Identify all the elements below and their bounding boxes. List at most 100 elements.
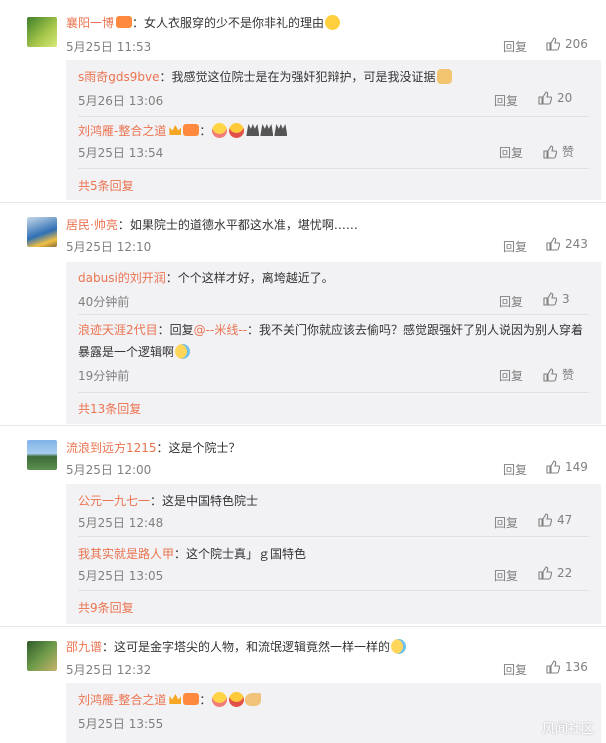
reply-button[interactable]: 回复 bbox=[494, 567, 518, 584]
more-replies-link[interactable]: 共5条回复 bbox=[78, 177, 134, 194]
divider bbox=[78, 168, 589, 169]
sub-reply-time: 5月25日 13:55 bbox=[78, 717, 164, 731]
sweat-laugh-emoji-icon bbox=[391, 639, 407, 654]
more-replies-link[interactable]: 共9条回复 bbox=[78, 599, 134, 616]
like-count: 3 bbox=[562, 292, 570, 306]
more-replies-link[interactable]: 共13条回复 bbox=[78, 400, 141, 417]
comment-text: 邵九谱：这可是金字塔尖的人物，和流氓逻辑竟然一样一样的 bbox=[66, 638, 407, 655]
avatar[interactable] bbox=[27, 641, 57, 671]
clap-icon bbox=[274, 124, 288, 136]
sub-reply-text-continued: 暴露是一个逻辑啊 bbox=[78, 343, 191, 360]
sub-reply-text: s雨奇gds9bve：我感觉这位院士是在为强奸犯辩护，可是我没证据 bbox=[78, 68, 453, 85]
username-link[interactable]: dabusi的刘开润 bbox=[78, 271, 166, 285]
comment-text: 襄阳一博 ：女人衣服穿的少不是你非礼的理由 bbox=[66, 14, 341, 31]
like-count: 22 bbox=[557, 566, 573, 580]
reply-button[interactable]: 回复 bbox=[503, 38, 527, 55]
crown-badge-icon bbox=[169, 125, 182, 135]
sub-reply-text: 我其实就是路人甲：这个院士真」ｇ国特色 bbox=[78, 547, 307, 561]
username-link[interactable]: 我其实就是路人甲 bbox=[78, 547, 174, 561]
username-link[interactable]: 公元一九七一 bbox=[78, 494, 150, 508]
sub-reply-time: 19分钟前 bbox=[78, 369, 130, 383]
like-button[interactable]: 206 bbox=[546, 37, 588, 51]
username-link[interactable]: 居民·帅亮 bbox=[66, 218, 118, 232]
like-button[interactable]: 243 bbox=[546, 237, 588, 251]
username-link[interactable]: 浪迹天涯2代目 bbox=[78, 323, 158, 337]
sub-reply-time: 5月25日 12:48 bbox=[78, 516, 164, 530]
smile-emoji-icon bbox=[325, 15, 341, 30]
divider bbox=[78, 314, 589, 315]
thumb-up-icon bbox=[538, 513, 552, 527]
cat-emoji-icon bbox=[436, 69, 452, 84]
reply-button[interactable]: 回复 bbox=[494, 92, 518, 109]
like-count: 149 bbox=[565, 460, 588, 474]
clap-icon bbox=[246, 124, 260, 136]
thumb-up-icon bbox=[538, 91, 552, 105]
sub-reply-time: 5月25日 13:54 bbox=[78, 146, 164, 160]
comment-text: 居民·帅亮：如果院士的道德水平都这水准，堪忧啊…… bbox=[66, 218, 358, 232]
thumb-up-icon bbox=[546, 237, 560, 251]
laugh-emoji-icon bbox=[229, 123, 245, 138]
username-link[interactable]: 刘鸿雁-整合之道 bbox=[78, 124, 166, 138]
sub-reply-time: 40分钟前 bbox=[78, 295, 130, 309]
strong-arm-icon bbox=[245, 693, 262, 706]
sub-reply-time: 5月26日 13:06 bbox=[78, 94, 164, 108]
username-link[interactable]: 邵九谱 bbox=[66, 640, 102, 654]
praise-button[interactable]: 赞 bbox=[543, 366, 574, 383]
member-badge-icon bbox=[116, 16, 133, 28]
reply-button[interactable]: 回复 bbox=[499, 144, 523, 161]
member-badge-icon bbox=[183, 693, 200, 705]
member-badge-icon bbox=[183, 124, 200, 136]
reply-button[interactable]: 回复 bbox=[494, 514, 518, 531]
divider bbox=[78, 392, 589, 393]
divider bbox=[78, 116, 589, 117]
clap-icon bbox=[260, 124, 274, 136]
reply-button[interactable]: 回复 bbox=[503, 461, 527, 478]
crown-badge-icon bbox=[169, 694, 182, 704]
praise-label: 赞 bbox=[562, 145, 575, 159]
avatar[interactable] bbox=[27, 217, 57, 247]
sub-replies: 刘鸿雁-整合之道： 5月25日 13:55 bbox=[66, 683, 601, 743]
sub-replies: dabusi的刘开润：个个这样才好，离垮越近了。 40分钟前 回复 3 浪迹天涯… bbox=[66, 262, 601, 424]
sub-reply-time: 5月25日 13:05 bbox=[78, 569, 164, 583]
username-link[interactable]: s雨奇gds9bve bbox=[78, 70, 159, 84]
sweat-laugh-emoji-icon bbox=[175, 344, 191, 359]
praise-button[interactable]: 赞 bbox=[543, 143, 574, 160]
like-button[interactable]: 149 bbox=[546, 460, 588, 474]
sub-reply-text: 浪迹天涯2代目：回复@--米线--：我不关门你就应该去偷吗？感觉跟强奸了别人说因… bbox=[78, 323, 583, 337]
sub-replies: s雨奇gds9bve：我感觉这位院士是在为强奸犯辩护，可是我没证据 5月26日 … bbox=[66, 60, 601, 200]
like-button[interactable]: 20 bbox=[538, 91, 572, 105]
like-button[interactable]: 136 bbox=[546, 660, 588, 674]
thumb-up-icon bbox=[543, 292, 557, 306]
comment-time: 5月25日 12:00 bbox=[66, 463, 152, 477]
divider bbox=[78, 590, 589, 591]
like-button[interactable]: 22 bbox=[538, 566, 572, 580]
like-count: 20 bbox=[557, 91, 573, 105]
like-button[interactable]: 47 bbox=[538, 513, 572, 527]
reply-button[interactable]: 回复 bbox=[499, 293, 523, 310]
divider bbox=[0, 626, 606, 627]
sub-reply-text: 刘鸿雁-整合之道： bbox=[78, 691, 262, 708]
sub-replies: 公元一九七一：这是中国特色院士 5月25日 12:48 回复 47 我其实就是路… bbox=[66, 484, 601, 624]
thumb-up-icon bbox=[546, 460, 560, 474]
reply-button[interactable]: 回复 bbox=[503, 238, 527, 255]
mention-link[interactable]: @--米线-- bbox=[194, 323, 247, 337]
sub-reply-text: dabusi的刘开润：个个这样才好，离垮越近了。 bbox=[78, 271, 334, 285]
username-link[interactable]: 襄阳一博 bbox=[66, 16, 114, 30]
comment-text: 流浪到远方1215：这是个院士？ bbox=[66, 441, 241, 455]
username-link[interactable]: 刘鸿雁-整合之道 bbox=[78, 693, 166, 707]
thumb-up-icon bbox=[543, 367, 557, 382]
like-count: 206 bbox=[565, 37, 588, 51]
thumb-up-icon bbox=[546, 660, 560, 674]
watermark: 风闻社区 bbox=[541, 722, 594, 737]
avatar[interactable] bbox=[27, 440, 57, 470]
thumb-up-icon bbox=[543, 144, 557, 159]
praise-label: 赞 bbox=[562, 368, 575, 382]
like-count: 136 bbox=[565, 660, 588, 674]
username-link[interactable]: 流浪到远方1215 bbox=[66, 441, 157, 455]
reply-button[interactable]: 回复 bbox=[499, 367, 523, 384]
like-button[interactable]: 3 bbox=[543, 292, 570, 306]
like-count: 47 bbox=[557, 513, 573, 527]
divider bbox=[0, 425, 606, 426]
reply-button[interactable]: 回复 bbox=[503, 661, 527, 678]
avatar[interactable] bbox=[27, 17, 57, 47]
